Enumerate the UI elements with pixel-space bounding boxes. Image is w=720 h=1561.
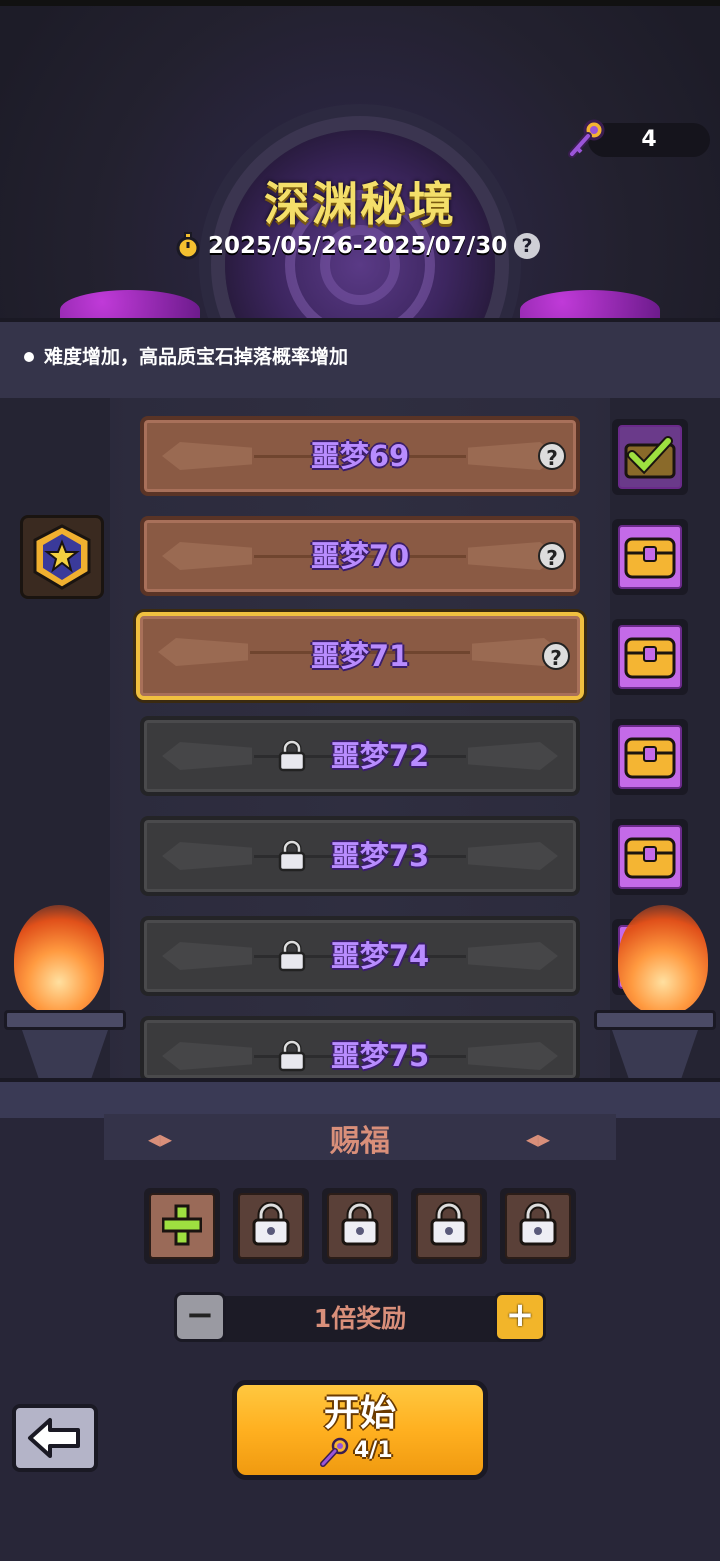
blessing-slot-locked[interactable] (322, 1188, 398, 1264)
blessing-slot-add[interactable] (144, 1188, 220, 1264)
event-date-range: 2025/05/26-2025/07/30 (208, 233, 508, 259)
claimed-chest-icon (624, 436, 676, 479)
start-key-cost: 4/1 (354, 1438, 393, 1463)
stopwatch-icon (176, 232, 200, 260)
start-button-label: 开始 (323, 1393, 396, 1434)
level-row-72[interactable]: 噩梦72 (140, 716, 580, 796)
flame-right (618, 905, 708, 1015)
level-name: 噩梦69 (310, 439, 410, 473)
level-name: 噩梦74 (330, 939, 430, 973)
key-count: 4 (641, 127, 657, 152)
level-name: 噩梦75 (330, 1039, 430, 1073)
level-help-icon[interactable]: ? (538, 542, 566, 570)
level-name: 噩梦70 (310, 539, 410, 573)
level-row-73[interactable]: 噩梦73 (140, 816, 580, 896)
star-shield-icon (33, 524, 91, 590)
level-row-74[interactable]: 噩梦74 (140, 916, 580, 996)
key-icon (320, 1437, 349, 1467)
blessing-slot-locked[interactable] (411, 1188, 487, 1264)
treasure-chest-icon (624, 837, 676, 879)
top-edge (0, 0, 720, 6)
treasure-chest-icon (624, 737, 676, 779)
reward-chest-73[interactable] (612, 819, 688, 895)
level-name: 噩梦72 (330, 739, 430, 773)
flame-left (14, 905, 104, 1015)
current-progress-badge (20, 515, 104, 599)
level-row-71[interactable]: 噩梦71 ? (136, 612, 584, 700)
info-description: 难度增加，高品质宝石掉落概率增加 (44, 346, 349, 368)
page-title: 深渊秘境 (264, 177, 456, 231)
arrow-deco-left-icon: ◂▸ (148, 1125, 173, 1153)
help-icon[interactable]: ? (514, 233, 540, 259)
brazier-left (4, 1010, 126, 1080)
lock-icon (430, 1202, 468, 1246)
lock-icon (252, 1202, 290, 1246)
level-row-69[interactable]: 噩梦69 ? (140, 416, 580, 496)
level-name: 噩梦71 (310, 639, 410, 673)
reward-multiplier-label: 1倍奖励 (313, 1304, 407, 1333)
arrow-deco-right-icon: ◂▸ (526, 1125, 551, 1153)
reward-chest-71[interactable] (612, 619, 688, 695)
blessing-slot-locked[interactable] (233, 1188, 309, 1264)
blessing-title: 赐福 (330, 1124, 390, 1159)
lock-icon (519, 1202, 557, 1246)
treasure-chest-icon (624, 637, 676, 679)
blessing-slot-locked[interactable] (500, 1188, 576, 1264)
key-icon (568, 119, 605, 158)
brazier-right (594, 1010, 716, 1080)
level-name: 噩梦73 (330, 839, 430, 873)
level-row-70[interactable]: 噩梦70 ? (140, 516, 580, 596)
level-help-icon[interactable]: ? (538, 442, 566, 470)
level-row-75[interactable]: 噩梦75 (140, 1016, 580, 1082)
increase-multiplier-button[interactable]: + (494, 1292, 546, 1342)
reward-chest-69[interactable] (612, 419, 688, 495)
treasure-chest-icon (624, 537, 676, 579)
plus-icon (162, 1204, 202, 1246)
level-help-icon[interactable]: ? (542, 642, 570, 670)
back-arrow-icon (28, 1418, 80, 1458)
bullet-icon (24, 352, 34, 362)
decrease-multiplier-button[interactable]: − (174, 1292, 226, 1342)
event-date-row: 2025/05/26-2025/07/30 ? (170, 230, 550, 262)
reward-chest-70[interactable] (612, 519, 688, 595)
back-button[interactable] (12, 1404, 98, 1472)
reward-chest-72[interactable] (612, 719, 688, 795)
lock-icon (341, 1202, 379, 1246)
